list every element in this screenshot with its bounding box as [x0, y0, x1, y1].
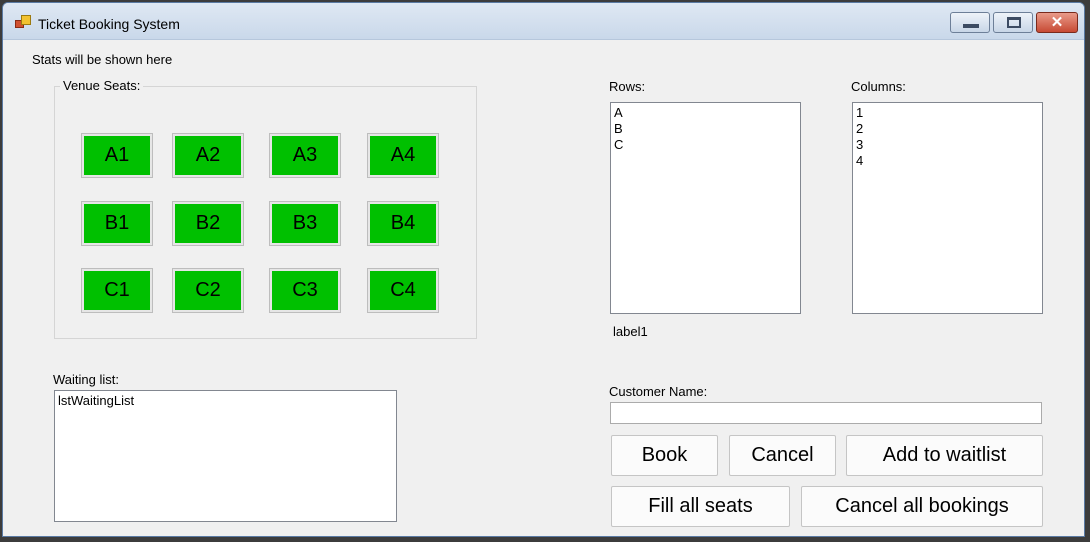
waiting-list-label: Waiting list:: [53, 372, 119, 387]
list-item[interactable]: 4: [856, 153, 1039, 169]
stats-label: Stats will be shown here: [32, 52, 173, 67]
seat-button-b4[interactable]: B4: [367, 201, 439, 246]
venue-seats-label: Venue Seats:: [60, 78, 144, 93]
seat-button-c4[interactable]: C4: [367, 268, 439, 313]
list-item[interactable]: lstWaitingList: [58, 393, 393, 409]
list-item[interactable]: A: [614, 105, 797, 121]
list-item[interactable]: C: [614, 137, 797, 153]
seat-button-a4[interactable]: A4: [367, 133, 439, 178]
list-item[interactable]: 3: [856, 137, 1039, 153]
minimize-button[interactable]: [950, 12, 990, 33]
fill-all-seats-button[interactable]: Fill all seats: [611, 486, 790, 527]
seat-button-b1[interactable]: B1: [81, 201, 153, 246]
seat-button-b2[interactable]: B2: [172, 201, 244, 246]
close-icon: ✕: [1050, 14, 1064, 31]
cancel-button[interactable]: Cancel: [729, 435, 836, 476]
seat-button-a3[interactable]: A3: [269, 133, 341, 178]
rows-listbox[interactable]: A B C: [610, 102, 801, 314]
window-title: Ticket Booking System: [38, 16, 180, 32]
close-button[interactable]: ✕: [1036, 12, 1078, 33]
customer-name-input[interactable]: [610, 402, 1042, 424]
seat-button-a1[interactable]: A1: [81, 133, 153, 178]
app-window: Ticket Booking System ✕ Stats will be sh…: [2, 2, 1085, 537]
list-item[interactable]: 2: [856, 121, 1039, 137]
customer-name-label: Customer Name:: [609, 384, 708, 399]
list-item[interactable]: B: [614, 121, 797, 137]
app-icon: [15, 15, 31, 29]
list-item[interactable]: 1: [856, 105, 1039, 121]
minimize-icon: [963, 24, 979, 28]
rows-label: Rows:: [609, 79, 646, 94]
seat-button-b3[interactable]: B3: [269, 201, 341, 246]
form-body: Stats will be shown here Venue Seats: A1…: [3, 39, 1084, 536]
seat-button-a2[interactable]: A2: [172, 133, 244, 178]
waiting-listbox[interactable]: lstWaitingList: [54, 390, 397, 522]
seat-button-c2[interactable]: C2: [172, 268, 244, 313]
title-bar: Ticket Booking System ✕: [3, 3, 1084, 40]
maximize-button[interactable]: [993, 12, 1033, 33]
seat-button-c1[interactable]: C1: [81, 268, 153, 313]
add-to-waitlist-button[interactable]: Add to waitlist: [846, 435, 1043, 476]
columns-listbox[interactable]: 1 2 3 4: [852, 102, 1043, 314]
columns-label: Columns:: [851, 79, 906, 94]
cancel-all-bookings-button[interactable]: Cancel all bookings: [801, 486, 1043, 527]
maximize-icon: [1007, 17, 1021, 28]
seat-button-c3[interactable]: C3: [269, 268, 341, 313]
label1: label1: [613, 324, 648, 339]
book-button[interactable]: Book: [611, 435, 718, 476]
